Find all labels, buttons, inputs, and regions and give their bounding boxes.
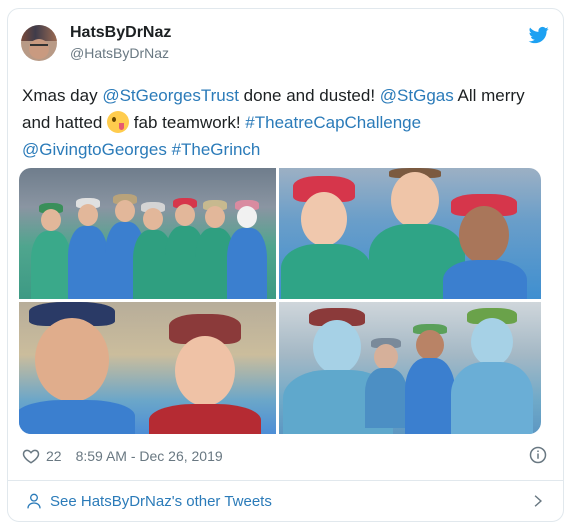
mention-link[interactable]: @StGeorgesTrust	[102, 86, 239, 105]
hashtag-link[interactable]: #TheGrinch	[172, 140, 261, 159]
photo-theatre-staff[interactable]	[279, 302, 541, 434]
user-name[interactable]: HatsByDrNaz	[70, 24, 171, 42]
hashtag-link[interactable]: #TheatreCapChallenge	[245, 113, 421, 132]
see-more-link[interactable]: See HatsByDrNaz's other Tweets	[26, 489, 272, 513]
photo-three-women-selfie[interactable]	[279, 168, 541, 299]
twitter-bird-icon[interactable]	[528, 25, 550, 45]
mention-link[interactable]: @GivingtoGeorges	[22, 140, 167, 159]
heart-icon[interactable]	[22, 447, 40, 465]
see-more-label[interactable]: See HatsByDrNaz's other Tweets	[50, 493, 272, 510]
like-count[interactable]: 22	[46, 448, 62, 464]
avatar[interactable]	[21, 25, 57, 61]
photo-grid[interactable]	[19, 168, 541, 434]
person-icon	[27, 493, 41, 509]
tweet-text-segment: Xmas day	[22, 86, 103, 105]
avatar-glasses	[30, 44, 48, 50]
photo-team-group[interactable]	[19, 168, 276, 299]
tweet-text-segment: done and dusted!	[238, 86, 380, 105]
photo-two-men-selfie[interactable]	[19, 302, 276, 434]
chevron-right-icon[interactable]	[531, 494, 545, 508]
tweet-text: Xmas day @StGeorgesTrust done and dusted…	[22, 82, 532, 163]
info-icon[interactable]	[529, 446, 547, 464]
user-handle[interactable]: @HatsByDrNaz	[70, 45, 169, 61]
tweet-meta: 22 8:59 AM - Dec 26, 2019	[22, 445, 223, 467]
zany-face-emoji	[107, 111, 130, 133]
tweet-text-segment: fab teamwork!	[129, 113, 246, 132]
timestamp[interactable]: 8:59 AM - Dec 26, 2019	[76, 448, 223, 464]
mention-link[interactable]: @StGgas	[380, 86, 454, 105]
divider	[8, 480, 563, 481]
